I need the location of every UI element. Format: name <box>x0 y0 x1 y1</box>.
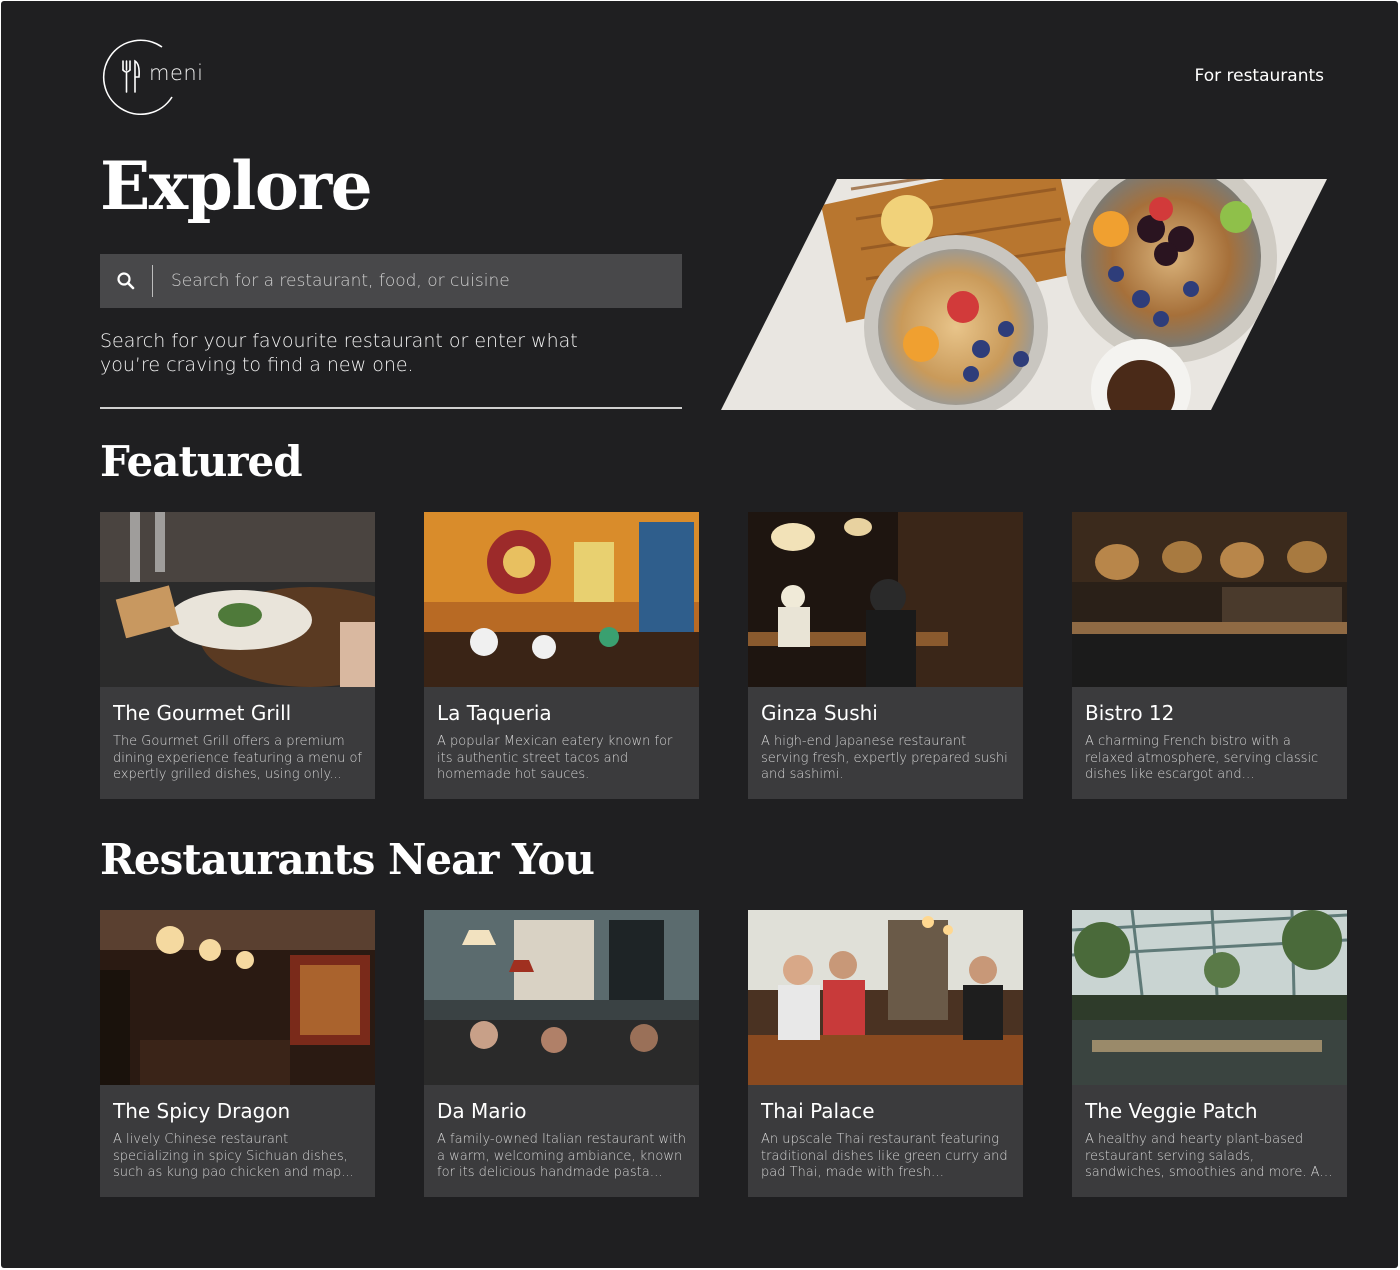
fork-knife-icon <box>122 59 140 93</box>
hero-description: Search for your favourite restaurant or … <box>100 330 578 376</box>
restaurant-card[interactable]: Thai Palace An upscale Thai restaurant f… <box>748 910 1023 1197</box>
restaurant-photo <box>748 512 1023 687</box>
restaurant-name: The Veggie Patch <box>1085 1099 1258 1123</box>
restaurant-photo <box>424 910 699 1085</box>
restaurant-card[interactable]: The Gourmet Grill The Gourmet Grill offe… <box>100 512 375 799</box>
nearby-list: The Spicy Dragon A lively Chinese restau… <box>100 910 1347 1197</box>
search-bar[interactable] <box>100 253 682 309</box>
featured-title: Featured <box>100 437 303 486</box>
for-restaurants-link[interactable]: For restaurants <box>1195 66 1324 86</box>
restaurant-photo <box>100 910 375 1085</box>
restaurant-name: La Taqueria <box>437 701 552 725</box>
restaurant-name: The Spicy Dragon <box>113 1099 291 1123</box>
restaurant-description: A lively Chinese restaurant specializing… <box>113 1132 354 1180</box>
nearby-title: Restaurants Near You <box>100 835 595 884</box>
restaurant-card[interactable]: The Spicy Dragon A lively Chinese restau… <box>100 910 375 1197</box>
restaurant-card[interactable]: La Taqueria A popular Mexican eatery kno… <box>424 512 699 799</box>
restaurant-description: The Gourmet Grill offers a premium dinin… <box>113 734 362 782</box>
restaurant-description: An upscale Thai restaurant featuring tra… <box>761 1132 1008 1182</box>
restaurant-description: A healthy and hearty plant-based restaur… <box>1085 1132 1327 1182</box>
hero-food-image <box>721 179 1327 410</box>
search-input[interactable] <box>153 253 682 309</box>
brand-name: meni <box>149 61 204 85</box>
restaurant-photo <box>100 512 375 687</box>
restaurant-name: Da Mario <box>437 1099 527 1123</box>
restaurant-name: Bistro 12 <box>1085 701 1175 725</box>
restaurant-description: A family-owned Italian restaurant with a… <box>437 1132 686 1182</box>
page-title: Explore <box>100 147 373 225</box>
restaurant-photo <box>1072 910 1347 1085</box>
restaurant-name: The Gourmet Grill <box>113 701 292 725</box>
search-icon[interactable] <box>100 254 152 308</box>
page: meni For restaurants Explore Search for … <box>1 1 1398 1268</box>
featured-list: The Gourmet Grill The Gourmet Grill offe… <box>100 512 1347 799</box>
restaurant-photo <box>1072 512 1347 687</box>
restaurant-description: A charming French bistro with a relaxed … <box>1085 734 1319 784</box>
hero-divider <box>100 407 682 409</box>
restaurant-photo <box>424 512 699 687</box>
restaurant-card[interactable]: Ginza Sushi A high-end Japanese restaura… <box>748 512 1023 799</box>
restaurant-card[interactable]: Da Mario A family-owned Italian restaura… <box>424 910 699 1197</box>
restaurant-card[interactable]: Bistro 12 A charming French bistro with … <box>1072 512 1347 799</box>
restaurant-description: A high-end Japanese restaurant serving f… <box>761 734 1008 782</box>
restaurant-card[interactable]: The Veggie Patch A healthy and hearty pl… <box>1072 910 1347 1197</box>
restaurant-description: A popular Mexican eatery known for its a… <box>437 734 673 782</box>
restaurant-name: Thai Palace <box>761 1099 875 1123</box>
restaurant-name: Ginza Sushi <box>761 701 878 725</box>
restaurant-photo <box>748 910 1023 1085</box>
